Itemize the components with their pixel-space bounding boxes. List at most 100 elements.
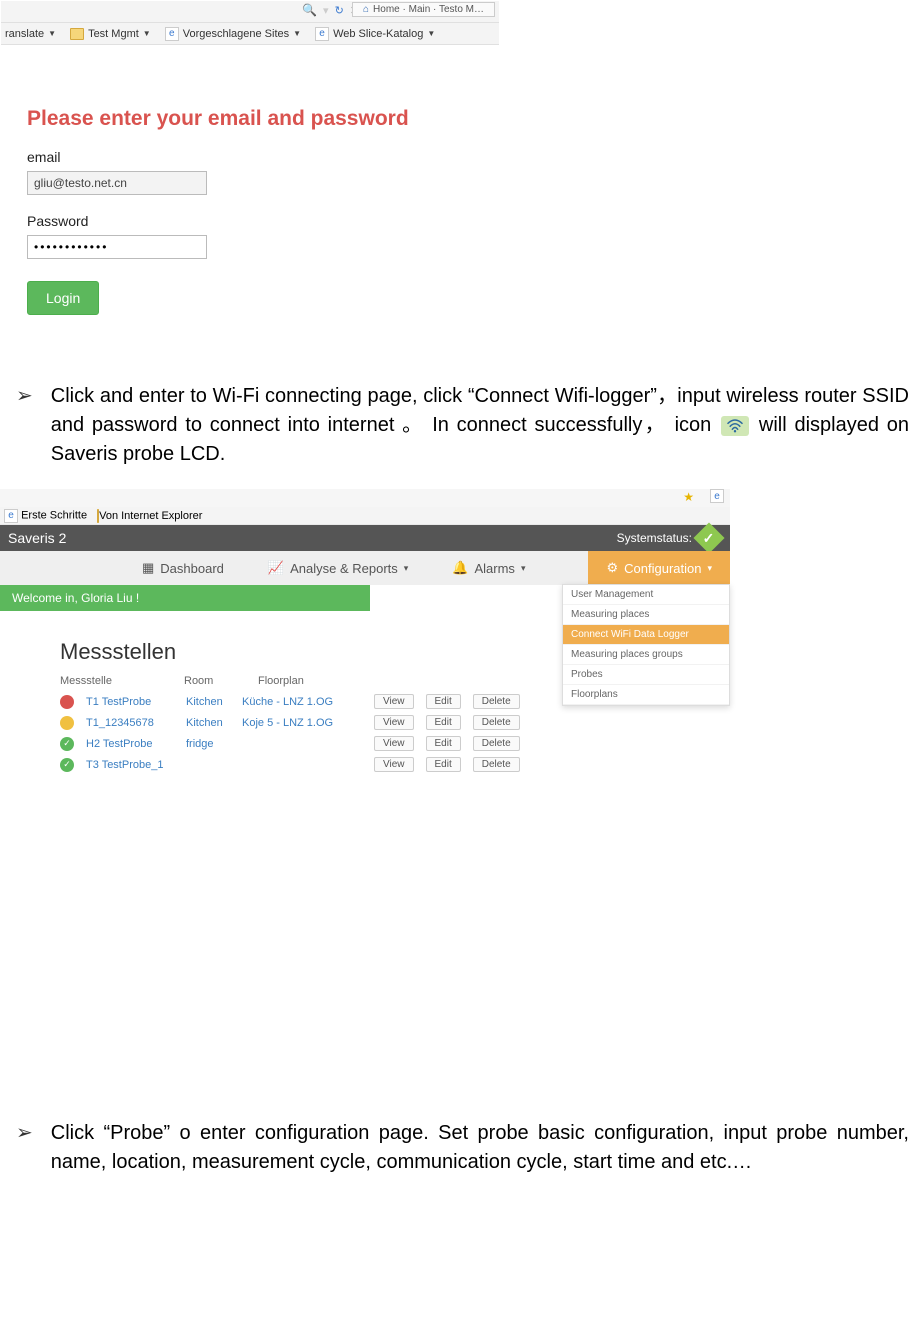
favorites-bar: ranslate ▼ Test Mgmt ▼ e Vorgeschlagene …	[1, 23, 499, 45]
nav-analyse[interactable]: 📈 Analyse & Reports ▾	[246, 551, 430, 585]
chevron-down-icon: ▼	[293, 29, 301, 38]
row-room[interactable]: Kitchen	[186, 696, 230, 708]
edit-button[interactable]: Edit	[426, 694, 461, 709]
email-field[interactable]	[27, 171, 207, 195]
cfg-item-connect-wifi[interactable]: Connect WiFi Data Logger	[563, 625, 729, 645]
cfg-item-mp-groups[interactable]: Measuring places groups	[563, 645, 729, 665]
fav-translate[interactable]: ranslate ▼	[5, 28, 56, 40]
fav-suggested[interactable]: e Vorgeschlagene Sites ▼	[165, 27, 301, 41]
search-icon: 🔍	[302, 3, 317, 17]
gear-icon: ⚙	[606, 560, 618, 576]
bell-icon: 🔔	[452, 560, 468, 576]
dash-nav: ▦ Dashboard 📈 Analyse & Reports ▾ 🔔 Alar…	[0, 551, 730, 585]
fav-erste-label: Erste Schritte	[21, 509, 87, 521]
systemstatus-label: Systemstatus:	[617, 531, 692, 545]
edit-button[interactable]: Edit	[426, 757, 461, 772]
chart-icon: 📈	[268, 560, 284, 576]
row-room[interactable]: Kitchen	[186, 717, 230, 729]
bullet-arrow-icon: ➢	[16, 382, 33, 469]
view-button[interactable]: View	[374, 715, 414, 730]
delete-button[interactable]: Delete	[473, 736, 520, 751]
refresh-icon: ↻	[335, 4, 344, 17]
row-name[interactable]: T1_12345678	[86, 717, 174, 729]
fav-erste[interactable]: e Erste Schritte	[4, 509, 87, 523]
status-dot-yellow	[60, 716, 74, 730]
nav-configuration[interactable]: ⚙ Configuration ▾	[588, 551, 730, 585]
row-name[interactable]: H2 TestProbe	[86, 738, 174, 750]
browser-address-row: 🔍 ▾ ↻ ✕ ⌂ Home · Main · Testo M…	[1, 1, 499, 23]
delete-button[interactable]: Delete	[473, 757, 520, 772]
star-icon: ★	[683, 490, 694, 504]
fav-translate-label: ranslate	[5, 28, 44, 40]
dash-favorites: e Erste Schritte Von Internet Explorer	[0, 507, 730, 525]
view-button[interactable]: View	[374, 736, 414, 751]
row-floor[interactable]: Küche - LNZ 1.OG	[242, 696, 362, 708]
login-title: Please enter your email and password	[27, 107, 473, 131]
delete-button[interactable]: Delete	[473, 694, 520, 709]
chevron-down-icon: ▼	[143, 29, 151, 38]
ie-icon: e	[4, 509, 18, 523]
cfg-item-floorplans[interactable]: Floorplans	[563, 685, 729, 705]
fav-webslice[interactable]: e Web Slice-Katalog ▼	[315, 27, 435, 41]
dashboard-screenshot: ★ e e Erste Schritte Von Internet Explor…	[0, 489, 730, 789]
status-dot-red	[60, 695, 74, 709]
row-name[interactable]: T1 TestProbe	[86, 696, 174, 708]
login-button[interactable]: Login	[27, 281, 99, 315]
fav-suggested-label: Vorgeschlagene Sites	[183, 28, 289, 40]
cfg-item-measuring-places[interactable]: Measuring places	[563, 605, 729, 625]
th-messstelle: Messstelle	[60, 675, 160, 687]
folder-icon	[70, 28, 84, 40]
row-room[interactable]: fridge	[186, 738, 230, 750]
search-divider: ▾	[323, 4, 329, 17]
nav-analyse-label: Analyse & Reports	[290, 561, 398, 576]
dash-status: Systemstatus: ✓	[617, 527, 720, 549]
password-field[interactable]: ••••••••••••	[27, 235, 207, 259]
login-screenshot: 🔍 ▾ ↻ ✕ ⌂ Home · Main · Testo M… ranslat…	[0, 0, 500, 342]
cfg-item-user[interactable]: User Management	[563, 585, 729, 605]
status-ok-icon: ✓	[693, 522, 724, 553]
ie-icon: e	[315, 27, 329, 41]
fav-von[interactable]: Von Internet Explorer	[97, 510, 202, 522]
row-name[interactable]: T3 TestProbe_1	[86, 759, 174, 771]
cfg-item-probes[interactable]: Probes	[563, 665, 729, 685]
nav-config-label: Configuration	[624, 561, 701, 576]
view-button[interactable]: View	[374, 757, 414, 772]
edit-button[interactable]: Edit	[426, 736, 461, 751]
nav-dashboard[interactable]: ▦ Dashboard	[120, 551, 246, 585]
bullet-2-text: Click “Probe” o enter configuration page…	[51, 1119, 909, 1177]
home-icon: ⌂	[363, 4, 369, 15]
delete-button[interactable]: Delete	[473, 715, 520, 730]
row-floor[interactable]: Koje 5 - LNZ 1.OG	[242, 717, 362, 729]
ie-icon: e	[710, 489, 724, 503]
edit-button[interactable]: Edit	[426, 715, 461, 730]
view-button[interactable]: View	[374, 694, 414, 709]
chevron-down-icon: ▼	[48, 29, 56, 38]
password-label: Password	[27, 213, 473, 229]
ie-icon: e	[165, 27, 179, 41]
table-row: T1_12345678 Kitchen Koje 5 - LNZ 1.OG Vi…	[60, 712, 716, 733]
bullet-2: ➢ Click “Probe” o enter configuration pa…	[10, 1119, 909, 1177]
browser-tab[interactable]: ⌂ Home · Main · Testo M…	[352, 2, 495, 17]
chevron-down-icon: ▾	[521, 563, 526, 574]
browser-search: 🔍 ▾ ↻ ✕	[302, 3, 359, 17]
chevron-down-icon: ▼	[427, 29, 435, 38]
bullet-1: ➢ Click and enter to Wi-Fi connecting pa…	[10, 382, 909, 469]
status-tick-icon: ✓	[60, 758, 74, 772]
welcome-bar: Welcome in, Gloria Liu !	[0, 585, 370, 611]
table-row: ✓ H2 TestProbe fridge View Edit Delete	[60, 733, 716, 754]
fav-webslice-label: Web Slice-Katalog	[333, 28, 423, 40]
th-floorplan: Floorplan	[258, 675, 358, 687]
bullet-1-text: Click and enter to Wi-Fi connecting page…	[51, 382, 909, 469]
dash-titlebar: Saveris 2 Systemstatus: ✓	[0, 525, 730, 551]
th-room: Room	[184, 675, 234, 687]
fav-testmgmt[interactable]: Test Mgmt ▼	[70, 28, 151, 40]
fav-von-label: Von Internet Explorer	[99, 510, 202, 522]
bullet-arrow-icon: ➢	[16, 1119, 33, 1177]
spacer	[0, 829, 919, 1109]
dash-brand: Saveris 2	[8, 530, 66, 546]
dash-browser-top: ★ e	[0, 489, 730, 507]
login-form: Please enter your email and password ema…	[1, 45, 499, 341]
browser-tab-label: Home · Main · Testo M…	[373, 4, 484, 15]
nav-alarms[interactable]: 🔔 Alarms ▾	[430, 551, 547, 585]
nav-dashboard-label: Dashboard	[160, 561, 224, 576]
